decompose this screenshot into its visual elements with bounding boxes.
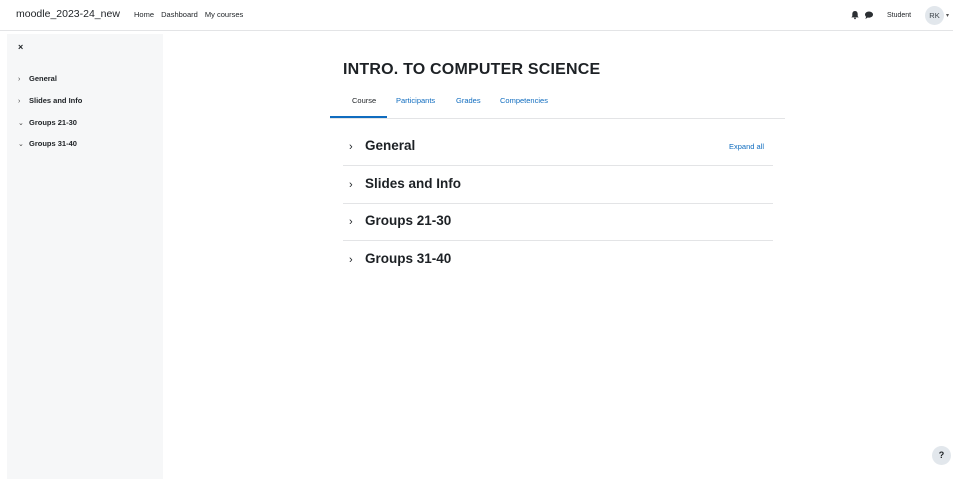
tab-competencies[interactable]: Competencies — [500, 96, 548, 105]
chat-icon[interactable] — [864, 10, 874, 20]
tab-participants[interactable]: Participants — [396, 96, 435, 105]
section-general[interactable]: › General — [343, 128, 773, 166]
chevron-right-icon: › — [18, 76, 21, 83]
section-slides-and-info[interactable]: › Slides and Info — [343, 166, 773, 204]
active-tab-indicator — [330, 116, 387, 118]
chevron-right-icon: › — [349, 179, 353, 191]
drawer-item-groups-31-40[interactable]: ⌄ Groups 31-40 — [18, 139, 77, 148]
nav-dashboard-link[interactable]: Dashboard — [161, 10, 198, 19]
section-title[interactable]: Groups 31-40 — [365, 251, 451, 266]
drawer-item-groups-21-30[interactable]: ⌄ Groups 21-30 — [18, 118, 77, 127]
drawer-item-label: Groups 31-40 — [29, 139, 77, 148]
chevron-right-icon: › — [349, 254, 353, 266]
avatar[interactable]: RK — [925, 6, 944, 25]
section-title[interactable]: Slides and Info — [365, 176, 461, 191]
site-name[interactable]: moodle_2023-24_new — [16, 8, 120, 20]
chevron-right-icon: › — [349, 216, 353, 228]
chevron-down-icon: ⌄ — [18, 141, 24, 148]
tabs-divider — [330, 118, 785, 119]
drawer-item-label: Groups 21-30 — [29, 118, 77, 127]
drawer-item-slides-and-info[interactable]: › Slides and Info — [18, 96, 82, 105]
section-title[interactable]: Groups 21-30 — [365, 213, 451, 228]
drawer-item-label: Slides and Info — [29, 96, 83, 105]
primary-navigation: Home Dashboard My courses — [134, 10, 248, 19]
bell-icon[interactable] — [850, 10, 860, 20]
drawer-item-general[interactable]: › General — [18, 74, 57, 83]
course-index-drawer: × › General › Slides and Info ⌄ Groups 21-3… — [7, 34, 163, 479]
section-groups-21-30[interactable]: › Groups 21-30 — [343, 203, 773, 241]
section-title[interactable]: General — [365, 138, 415, 153]
help-button[interactable]: ? — [932, 446, 951, 465]
chevron-right-icon: › — [349, 141, 353, 153]
close-icon[interactable]: × — [18, 42, 23, 52]
user-name[interactable]: Student — [887, 12, 911, 19]
section-groups-31-40[interactable]: › Groups 31-40 — [343, 241, 773, 279]
tab-course[interactable]: Course — [352, 96, 376, 105]
nav-my-courses-link[interactable]: My courses — [205, 10, 243, 19]
top-navbar: moodle_2023-24_new Home Dashboard My cou… — [0, 0, 953, 31]
page-title: INTRO. TO COMPUTER SCIENCE — [343, 61, 601, 78]
drawer-item-label: General — [29, 74, 57, 83]
tab-grades[interactable]: Grades — [456, 96, 481, 105]
chevron-down-icon: ⌄ — [18, 120, 24, 127]
nav-home-link[interactable]: Home — [134, 10, 154, 19]
chevron-right-icon: › — [18, 98, 21, 105]
chevron-down-icon[interactable]: ▾ — [946, 12, 949, 19]
